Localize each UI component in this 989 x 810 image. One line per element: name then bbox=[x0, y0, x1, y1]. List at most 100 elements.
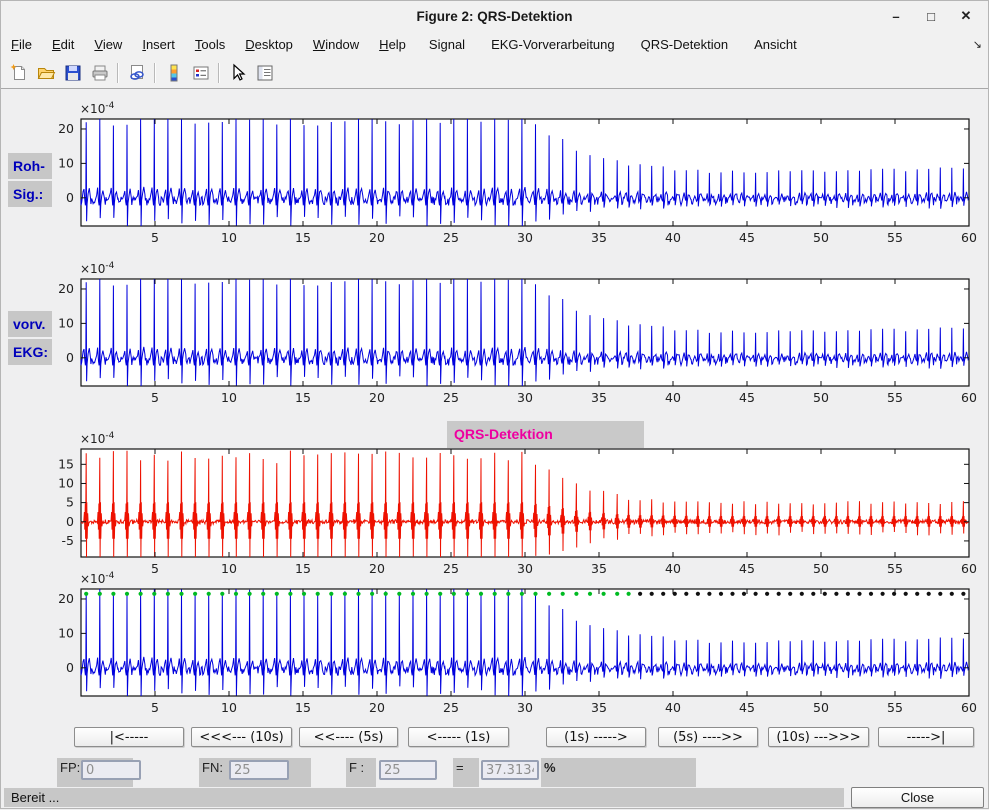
tp-detection-dot bbox=[411, 592, 415, 596]
f-input[interactable] bbox=[379, 760, 437, 780]
svg-text:60: 60 bbox=[961, 390, 977, 405]
svg-text:5: 5 bbox=[151, 390, 159, 405]
svg-text:30: 30 bbox=[517, 390, 533, 405]
tp-detection-dot bbox=[547, 592, 551, 596]
extra-detection-dot bbox=[950, 592, 954, 596]
preprocessed-label-line1: vorv. bbox=[8, 311, 52, 337]
nav-begin-button[interactable]: |<----- bbox=[74, 727, 184, 747]
svg-text:50: 50 bbox=[813, 700, 829, 715]
tp-detection-dot bbox=[152, 592, 156, 596]
ratio-input[interactable] bbox=[481, 760, 539, 780]
axes-box-detection bbox=[81, 589, 969, 696]
tp-detection-dot bbox=[465, 592, 469, 596]
svg-text:30: 30 bbox=[517, 561, 533, 576]
tp-detection-dot bbox=[438, 592, 442, 596]
svg-text:40: 40 bbox=[665, 561, 681, 576]
nav-fwd-1s-button[interactable]: (1s) -----> bbox=[546, 727, 646, 747]
nav-back-5s-button[interactable]: <<---- (5s) bbox=[299, 727, 398, 747]
svg-text:35: 35 bbox=[591, 230, 607, 245]
tp-detection-dot bbox=[588, 592, 592, 596]
extra-detection-dot bbox=[811, 592, 815, 596]
extra-detection-dot bbox=[673, 592, 677, 596]
svg-text:0: 0 bbox=[66, 514, 74, 529]
tp-detection-dot bbox=[356, 592, 360, 596]
nav-fwd-10s-button[interactable]: (10s) --->>> bbox=[768, 727, 869, 747]
nav-end-button[interactable]: ----->| bbox=[878, 727, 974, 747]
svg-text:10: 10 bbox=[221, 390, 237, 405]
svg-text:45: 45 bbox=[739, 700, 755, 715]
tp-detection-dot bbox=[275, 592, 279, 596]
extra-detection-dot bbox=[765, 592, 769, 596]
svg-text:35: 35 bbox=[591, 390, 607, 405]
extra-detection-dot bbox=[661, 592, 665, 596]
svg-text:20: 20 bbox=[369, 390, 385, 405]
tp-detection-dot bbox=[302, 592, 306, 596]
fp-input[interactable] bbox=[81, 760, 141, 780]
svg-text:25: 25 bbox=[443, 561, 459, 576]
y-exponent-label: ×10-4 bbox=[80, 101, 114, 116]
tp-detection-dot bbox=[329, 592, 333, 596]
extra-detection-dot bbox=[904, 592, 908, 596]
svg-text:15: 15 bbox=[295, 700, 311, 715]
svg-text:55: 55 bbox=[887, 230, 903, 245]
tp-detection-dot bbox=[384, 592, 388, 596]
extra-detection-dot bbox=[777, 592, 781, 596]
extra-detection-dot bbox=[834, 592, 838, 596]
tp-detection-dot bbox=[602, 592, 606, 596]
plot-raw-signal: 5101520253035404550556001020 bbox=[58, 119, 977, 245]
nav-back-10s-button[interactable]: <<<--- (10s) bbox=[191, 727, 292, 747]
svg-text:50: 50 bbox=[813, 561, 829, 576]
extra-detection-dot bbox=[938, 592, 942, 596]
svg-text:5: 5 bbox=[151, 230, 159, 245]
nav-fwd-5s-button[interactable]: (5s) ---->> bbox=[658, 727, 758, 747]
svg-text:55: 55 bbox=[887, 561, 903, 576]
tp-detection-dot bbox=[425, 592, 429, 596]
tp-detection-dot bbox=[261, 592, 265, 596]
extra-detection-dot bbox=[927, 592, 931, 596]
extra-detection-dot bbox=[754, 592, 758, 596]
svg-text:20: 20 bbox=[369, 561, 385, 576]
svg-text:0: 0 bbox=[66, 190, 74, 205]
y-exponent-label: ×10-4 bbox=[80, 431, 114, 446]
svg-text:10: 10 bbox=[221, 230, 237, 245]
svg-text:45: 45 bbox=[739, 230, 755, 245]
raw-signal-label-line2: Sig.: bbox=[8, 181, 52, 207]
nav-back-1s-button[interactable]: <----- (1s) bbox=[408, 727, 509, 747]
tp-detection-dot bbox=[370, 592, 374, 596]
extra-detection-dot bbox=[684, 592, 688, 596]
tp-detection-dot bbox=[125, 592, 129, 596]
tp-detection-dot bbox=[479, 592, 483, 596]
tp-detection-dot bbox=[316, 592, 320, 596]
svg-text:60: 60 bbox=[961, 561, 977, 576]
tp-detection-dot bbox=[288, 592, 292, 596]
tp-detection-dot bbox=[139, 592, 143, 596]
tp-detection-dot bbox=[248, 592, 252, 596]
tp-detection-dot bbox=[166, 592, 170, 596]
status-bar: Bereit ... bbox=[4, 788, 844, 807]
extra-detection-dot bbox=[742, 592, 746, 596]
svg-text:15: 15 bbox=[295, 561, 311, 576]
svg-text:15: 15 bbox=[295, 230, 311, 245]
plots-canvas: 5101520253035404550556001020510152025303… bbox=[1, 1, 989, 810]
svg-text:40: 40 bbox=[665, 230, 681, 245]
fn-input[interactable] bbox=[229, 760, 289, 780]
svg-text:5: 5 bbox=[151, 700, 159, 715]
tp-detection-dot bbox=[615, 592, 619, 596]
tp-detection-dot bbox=[234, 592, 238, 596]
svg-text:10: 10 bbox=[221, 700, 237, 715]
svg-text:-5: -5 bbox=[62, 533, 74, 548]
svg-text:10: 10 bbox=[221, 561, 237, 576]
tp-detection-dot bbox=[493, 592, 497, 596]
extra-detection-dot bbox=[707, 592, 711, 596]
extra-detection-dot bbox=[650, 592, 654, 596]
qrs-detektion-plot-title: QRS-Detektion bbox=[447, 421, 644, 448]
extra-detection-dot bbox=[869, 592, 873, 596]
preprocessed-label-line2: EKG: bbox=[8, 339, 52, 365]
svg-text:0: 0 bbox=[66, 660, 74, 675]
svg-text:10: 10 bbox=[58, 475, 74, 490]
close-button[interactable]: Close bbox=[851, 787, 984, 808]
extra-detection-dot bbox=[961, 592, 965, 596]
tp-detection-dot bbox=[220, 592, 224, 596]
svg-text:5: 5 bbox=[66, 495, 74, 510]
svg-text:20: 20 bbox=[369, 700, 385, 715]
